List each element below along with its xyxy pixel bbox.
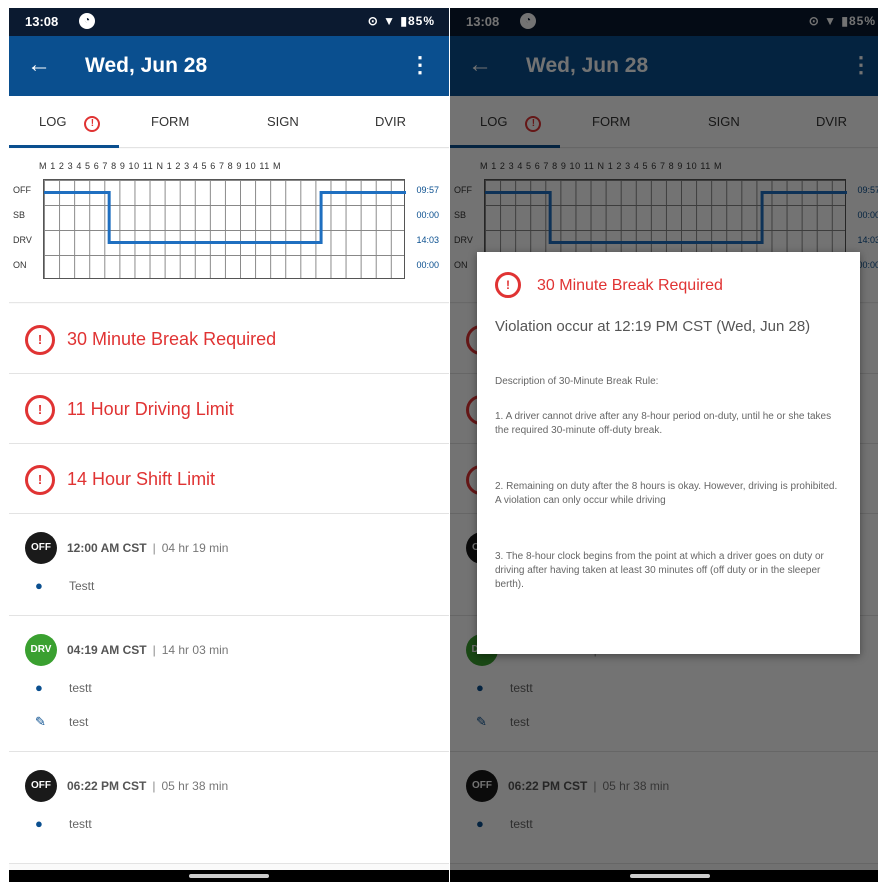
tab-log[interactable]: LOG! xyxy=(39,114,101,132)
alert-icon: ! xyxy=(25,325,55,355)
violation-label: 30 Minute Break Required xyxy=(67,329,277,349)
status-badge: OFF xyxy=(25,770,57,802)
graph-row-total: 14:03 xyxy=(416,235,439,245)
violation-item[interactable]: ! 30 Minute Break Required xyxy=(9,304,449,374)
status-badge: OFF xyxy=(25,532,57,564)
event-note: ✎test xyxy=(35,714,89,729)
dialog-paragraph: 1. A driver cannot drive after any 8-hou… xyxy=(495,411,832,436)
graph-row-label: ON xyxy=(13,260,27,270)
event-location: ●testt xyxy=(35,816,92,831)
violation-item[interactable]: ! 11 Hour Driving Limit xyxy=(9,374,449,444)
pencil-icon: ✎ xyxy=(35,714,46,729)
duty-status-path xyxy=(44,191,406,244)
events-list: OFF 12:00 AM CST|04 hr 19 min ●Testt DRV… xyxy=(9,514,449,864)
tab-indicator xyxy=(9,145,119,148)
alert-icon: ! xyxy=(25,465,55,495)
system-nav-bar xyxy=(450,870,878,882)
event-location: ●Testt xyxy=(35,578,95,593)
log-graph: M 1 2 3 4 5 6 7 8 9 10 11 N 1 2 3 4 5 6 … xyxy=(9,149,449,303)
location-pin-icon: ● xyxy=(35,680,43,695)
dialog-title: 30 Minute Break Required xyxy=(537,277,723,294)
violation-dialog: ! 30 Minute Break Required Violation occ… xyxy=(477,252,860,654)
graph-hours-label: M 1 2 3 4 5 6 7 8 9 10 11 N 1 2 3 4 5 6 … xyxy=(39,161,282,171)
sync-icon: ◔ xyxy=(79,13,95,29)
system-nav-bar xyxy=(9,870,449,882)
violation-label: 11 Hour Driving Limit xyxy=(67,399,234,419)
app-bar: ← Wed, Jun 28 ⋮ xyxy=(9,36,449,96)
event-duration: 04 hr 19 min xyxy=(161,541,229,555)
location-pin-icon: ● xyxy=(35,816,43,831)
violations-list: ! 30 Minute Break Required ! 11 Hour Dri… xyxy=(9,304,449,514)
dialog-description-heading: Description of 30-Minute Break Rule: xyxy=(495,376,659,387)
more-vert-icon[interactable]: ⋮ xyxy=(409,52,431,78)
status-time: 13:08 xyxy=(25,14,59,29)
event-item[interactable]: DRV 04:19 AM CST | 14 hr 03 min ● testt ✎ te… xyxy=(9,616,449,752)
dialog-paragraph: 2. Remaining on duty after the 8 hours i… xyxy=(495,481,838,506)
event-item[interactable]: OFF 06:22 PM CST | 05 hr 38 min ● testt xyxy=(9,752,449,864)
graph-row-total: 00:00 xyxy=(416,210,439,220)
event-item[interactable]: OFF 12:00 AM CST | 04 hr 19 min ● Testt xyxy=(9,514,449,616)
log-screen-with-dialog: 13:08 ◔ ⊙ ▼ ▮85% ← Wed, Jun 28 ⋮ LOG! FO… xyxy=(450,8,878,882)
event-time: 06:22 PM CST|05 hr 38 min xyxy=(67,779,229,793)
alert-icon: ! xyxy=(84,116,101,132)
log-screen: 13:08 ◔ ⊙ ▼ ▮85% ← Wed, Jun 28 ⋮ LOG! FO… xyxy=(9,8,449,882)
arrow-left-icon[interactable]: ← xyxy=(27,50,51,80)
page-title: Wed, Jun 28 xyxy=(85,54,208,77)
violation-label: 14 Hour Shift Limit xyxy=(67,469,216,489)
alert-icon: ! xyxy=(25,395,55,425)
graph-row-label: OFF xyxy=(13,185,31,195)
graph-grid xyxy=(43,179,406,279)
location-pin-icon: ● xyxy=(35,578,43,593)
dialog-paragraph: 3. The 8-hour clock begins from the poin… xyxy=(495,551,824,590)
tab-form[interactable]: FORM xyxy=(151,114,189,129)
home-handle[interactable] xyxy=(189,874,269,878)
battery-level: 85% xyxy=(407,14,435,28)
event-duration: 14 hr 03 min xyxy=(161,643,229,657)
graph-row-label: DRV xyxy=(13,235,32,245)
event-time: 04:19 AM CST|14 hr 03 min xyxy=(67,643,229,657)
graph-row-label: SB xyxy=(13,210,26,220)
event-duration: 05 hr 38 min xyxy=(161,779,229,793)
dialog-subtitle: Violation occur at 12:19 PM CST (Wed, Ju… xyxy=(495,318,811,335)
graph-row-total: 00:00 xyxy=(416,260,439,270)
tab-bar: LOG! FORM SIGN DVIR xyxy=(9,96,449,148)
event-location: ●testt xyxy=(35,680,92,695)
tab-sign[interactable]: SIGN xyxy=(267,114,299,129)
status-icons: ⊙ ▼ ▮85% xyxy=(367,14,435,28)
event-time: 12:00 AM CST|04 hr 19 min xyxy=(67,541,229,555)
status-badge: DRV xyxy=(25,634,57,666)
duty-status-line xyxy=(44,191,406,244)
alert-icon: ! xyxy=(495,272,521,298)
home-handle[interactable] xyxy=(630,874,710,878)
graph-row-total: 09:57 xyxy=(416,185,439,195)
status-bar: 13:08 ◔ ⊙ ▼ ▮85% xyxy=(9,8,449,36)
tab-dvir[interactable]: DVIR xyxy=(375,114,406,129)
violation-item[interactable]: ! 14 Hour Shift Limit xyxy=(9,444,449,514)
